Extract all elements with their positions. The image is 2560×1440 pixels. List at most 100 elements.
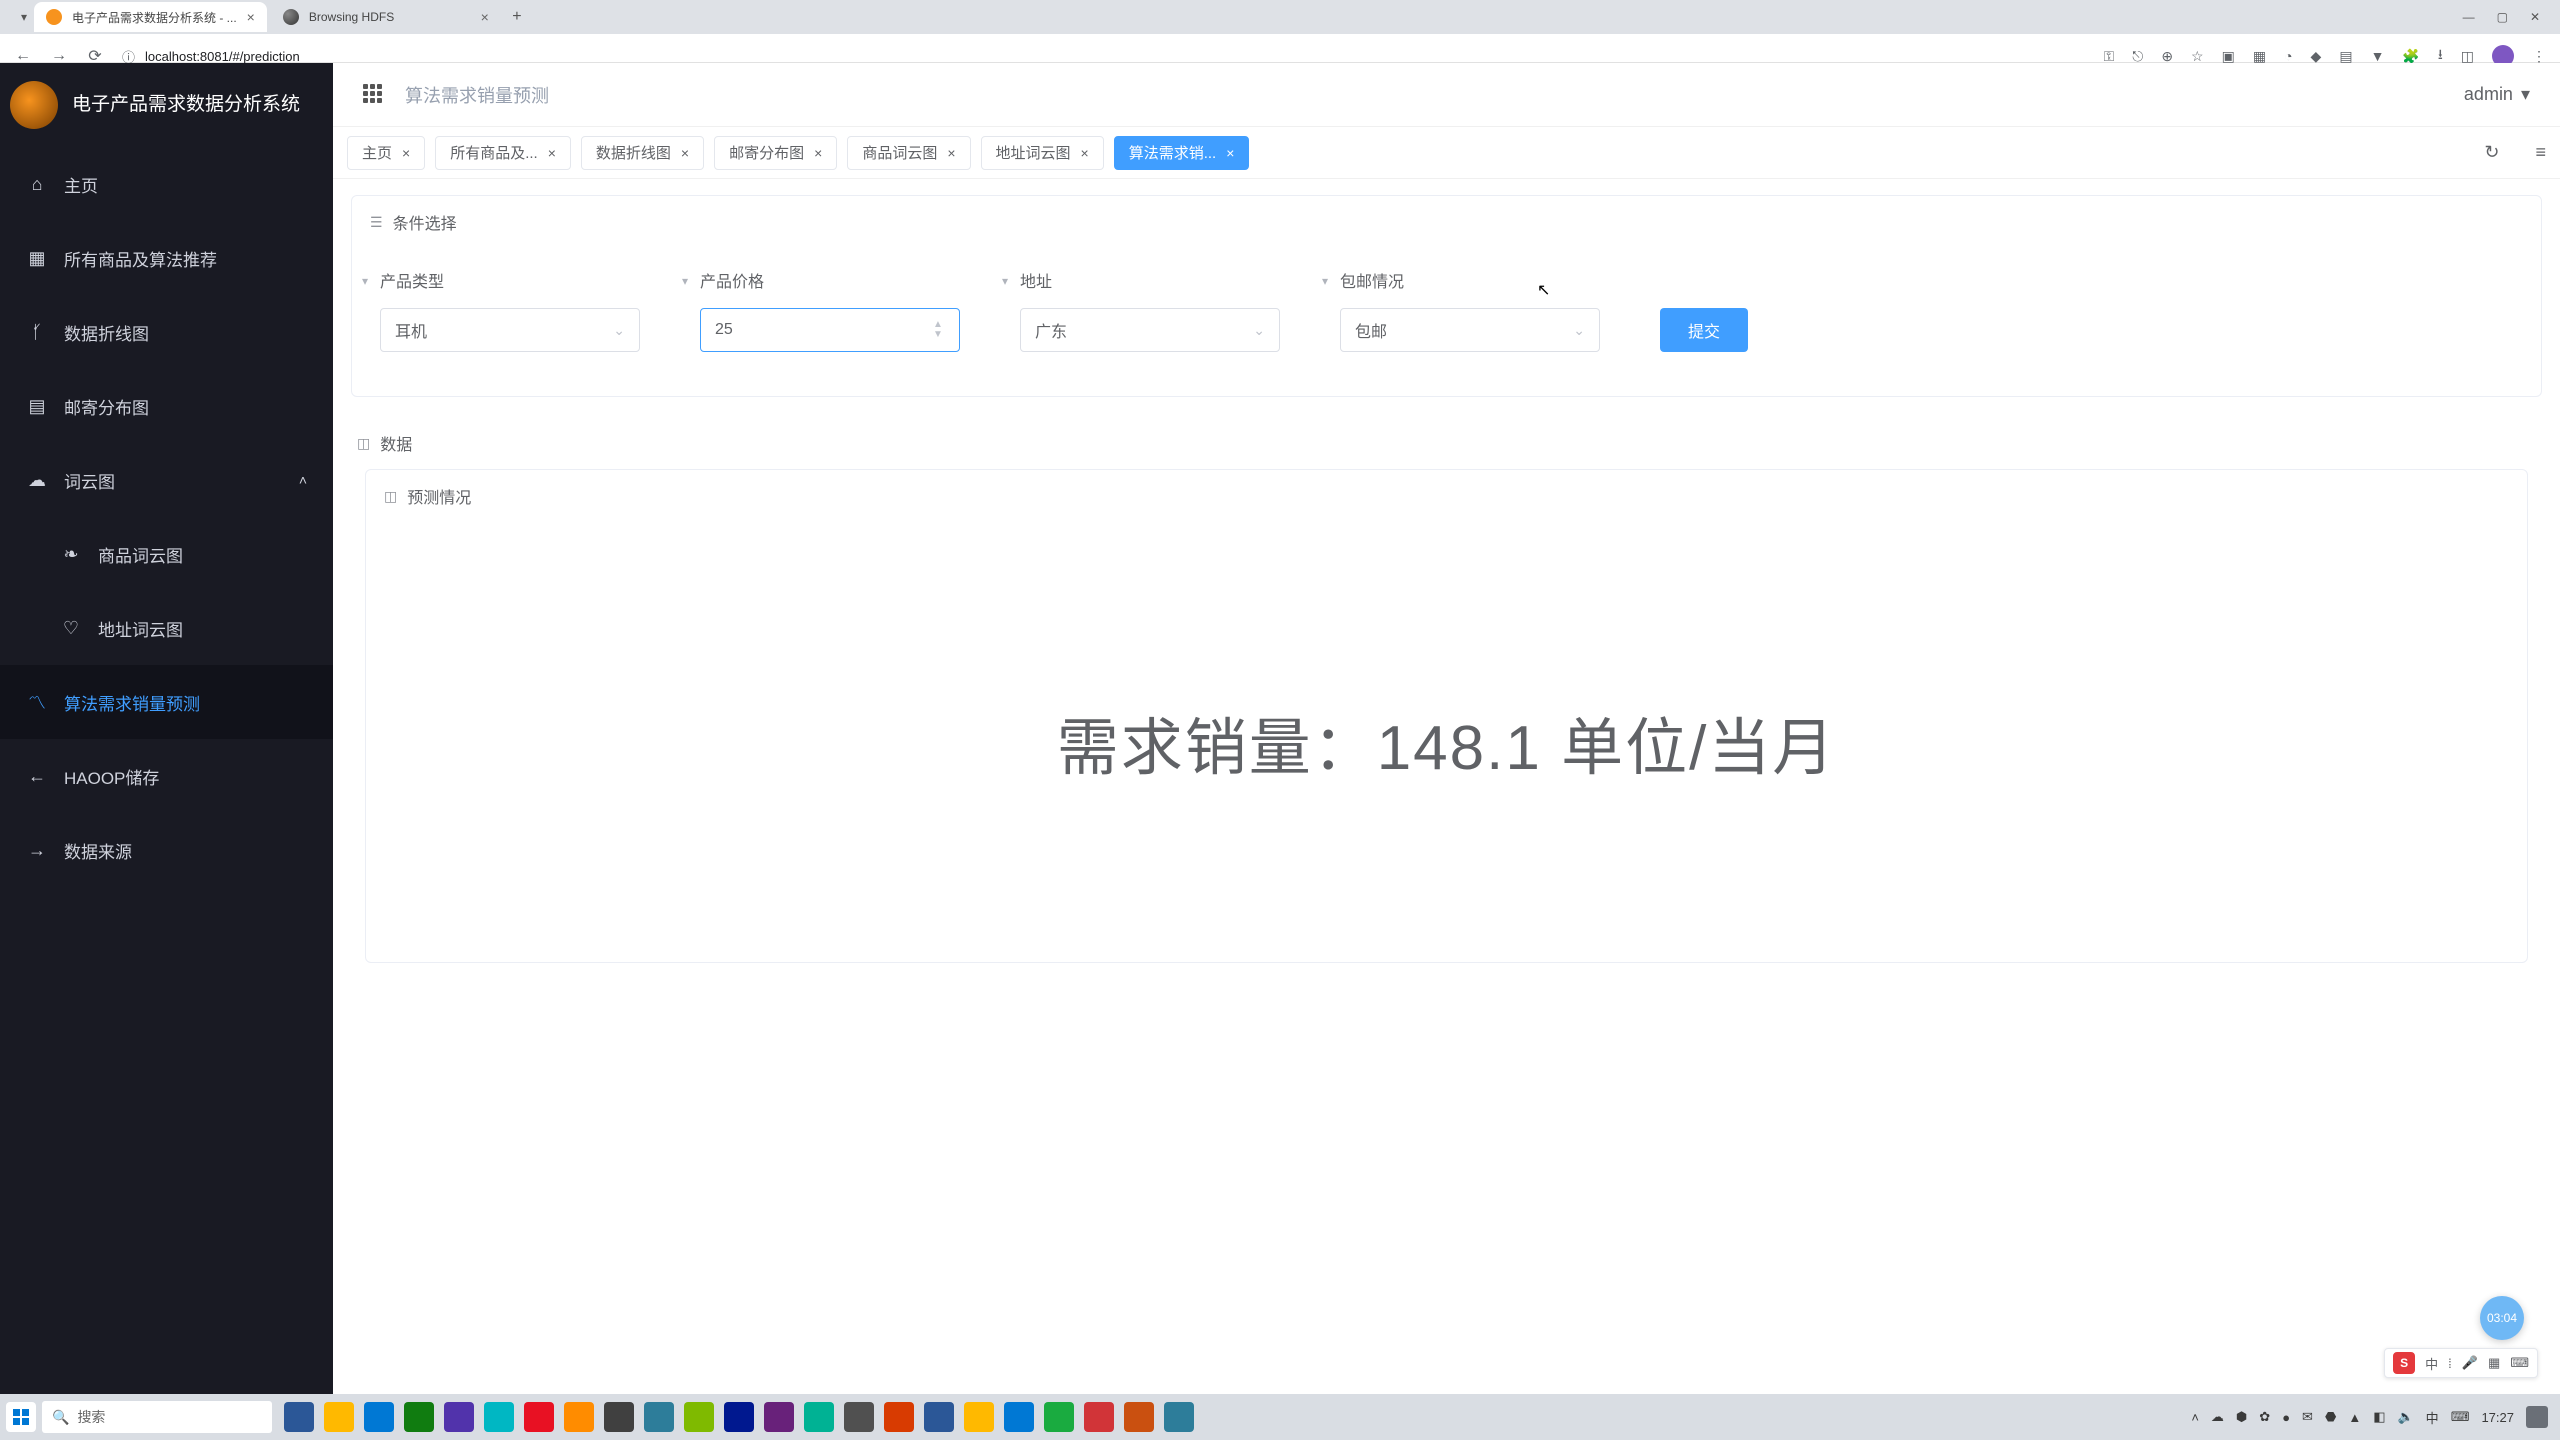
page-tab[interactable]: 邮寄分布图×	[714, 136, 837, 170]
taskbar-app-icon[interactable]	[1004, 1402, 1034, 1432]
ime-toolbar[interactable]: S 中 ⁞ 🎤 ▦ ⌨	[2384, 1348, 2538, 1378]
taskbar-app-icon[interactable]	[404, 1402, 434, 1432]
tray-icon[interactable]: 🔈	[2397, 1409, 2413, 1425]
taskbar-app-icon[interactable]	[524, 1402, 554, 1432]
star-icon[interactable]: ☆	[2191, 48, 2204, 65]
apps-icon[interactable]	[363, 84, 385, 106]
float-badge[interactable]: 03:04	[2480, 1296, 2524, 1340]
tray-icon[interactable]: ✿	[2259, 1409, 2270, 1425]
sidebar-item[interactable]: ♡地址词云图	[0, 591, 333, 665]
tray-icon[interactable]: ⬣	[2325, 1409, 2336, 1425]
sidebar-item[interactable]: 〽算法需求销量预测	[0, 665, 333, 739]
sidepanel-icon[interactable]: ◫	[2461, 48, 2474, 65]
page-tab[interactable]: 地址词云图×	[981, 136, 1104, 170]
tray-icon[interactable]: ✉	[2302, 1409, 2313, 1425]
price-input[interactable]: ▲ ▼	[700, 308, 960, 352]
extensions-icon[interactable]: 🧩	[2402, 48, 2419, 65]
taskbar-app-icon[interactable]	[964, 1402, 994, 1432]
browser-tab-active[interactable]: 电子产品需求数据分析系统 - ... ×	[34, 2, 267, 32]
menu-icon[interactable]: ⋮	[2532, 48, 2546, 65]
taskbar-app-icon[interactable]	[684, 1402, 714, 1432]
sidebar-item[interactable]: ▦所有商品及算法推荐	[0, 221, 333, 295]
sidebar-item[interactable]: ⌂主页	[0, 147, 333, 221]
close-icon[interactable]: ×	[548, 145, 556, 161]
taskbar-app-icon[interactable]	[1164, 1402, 1194, 1432]
taskbar-app-icon[interactable]	[804, 1402, 834, 1432]
taskbar-app-icon[interactable]	[364, 1402, 394, 1432]
taskbar-clock[interactable]: 17:27	[2481, 1410, 2514, 1425]
taskbar-app-icon[interactable]	[1044, 1402, 1074, 1432]
taskbar-app-icon[interactable]	[724, 1402, 754, 1432]
close-icon[interactable]: ×	[247, 9, 255, 25]
sidebar-item[interactable]: ❧商品词云图	[0, 517, 333, 591]
taskbar-app-icon[interactable]	[484, 1402, 514, 1432]
sidebar-item[interactable]: →数据来源	[0, 813, 333, 887]
taskbar-app-icon[interactable]	[324, 1402, 354, 1432]
ext-icon[interactable]: ▼	[2371, 48, 2385, 64]
tabs-menu-icon[interactable]: ≡	[2535, 142, 2546, 163]
browser-tab[interactable]: Browsing HDFS ×	[271, 2, 501, 32]
sidebar-item[interactable]: ☁词云图˄	[0, 443, 333, 517]
close-icon[interactable]: ×	[814, 145, 822, 161]
notifications-icon[interactable]	[2526, 1406, 2548, 1428]
close-icon[interactable]: ×	[1081, 145, 1089, 161]
spin-down-icon[interactable]: ▼	[933, 330, 951, 340]
close-window-icon[interactable]: ✕	[2530, 10, 2540, 24]
translate-icon[interactable]: ⎋	[2132, 48, 2143, 65]
close-icon[interactable]: ×	[481, 9, 489, 25]
taskbar-app-icon[interactable]	[844, 1402, 874, 1432]
refresh-icon[interactable]: ↻	[2484, 142, 2499, 163]
zoom-icon[interactable]: ⊕	[2161, 48, 2173, 65]
tray-icon[interactable]: ☁	[2211, 1409, 2224, 1425]
product-type-select[interactable]: 耳机 ⌄	[380, 308, 640, 352]
key-icon[interactable]: ⚿	[2104, 48, 2115, 65]
price-input-field[interactable]	[715, 321, 945, 339]
page-tab[interactable]: 主页×	[347, 136, 425, 170]
sidebar-item[interactable]: ▤邮寄分布图	[0, 369, 333, 443]
taskbar-app-icon[interactable]	[604, 1402, 634, 1432]
close-icon[interactable]: ×	[402, 145, 410, 161]
ext-icon[interactable]: ◆	[2311, 48, 2322, 65]
start-button[interactable]	[6, 1402, 36, 1432]
ime-item[interactable]: ▦	[2488, 1355, 2500, 1371]
tabs-dropdown-icon[interactable]: ▾	[14, 10, 34, 24]
page-tab[interactable]: 所有商品及...×	[435, 136, 571, 170]
close-icon[interactable]: ×	[947, 145, 955, 161]
ime-item[interactable]: 中	[2425, 1354, 2438, 1373]
ime-item[interactable]: ⌨	[2510, 1355, 2529, 1371]
tray-icon[interactable]: ⌨	[2451, 1409, 2470, 1425]
tray-icon[interactable]: ●	[2282, 1410, 2290, 1425]
close-icon[interactable]: ×	[1226, 145, 1234, 161]
ext-icon[interactable]: ◔	[2284, 48, 2292, 64]
taskbar-app-icon[interactable]	[1084, 1402, 1114, 1432]
taskbar-app-icon[interactable]	[444, 1402, 474, 1432]
address-select[interactable]: 广东 ⌄	[1020, 308, 1280, 352]
maximize-icon[interactable]: ▢	[2497, 10, 2508, 24]
ime-item[interactable]: ⁞	[2448, 1356, 2452, 1371]
user-menu[interactable]: admin ▾	[2464, 84, 2530, 105]
page-tab[interactable]: 数据折线图×	[581, 136, 704, 170]
page-tab[interactable]: 商品词云图×	[847, 136, 970, 170]
tray-icon[interactable]: ⬢	[2236, 1409, 2247, 1425]
submit-button[interactable]: 提交	[1660, 308, 1748, 352]
taskbar-app-icon[interactable]	[924, 1402, 954, 1432]
ext-icon[interactable]: ▤	[2339, 48, 2352, 65]
tray-ime-icon[interactable]: 中	[2426, 1408, 2439, 1427]
taskbar-app-icon[interactable]	[644, 1402, 674, 1432]
taskbar-app-icon[interactable]	[1124, 1402, 1154, 1432]
close-icon[interactable]: ×	[681, 145, 689, 161]
taskbar-app-icon[interactable]	[764, 1402, 794, 1432]
page-tab[interactable]: 算法需求销...×	[1114, 136, 1250, 170]
minimize-icon[interactable]: —	[2463, 10, 2475, 24]
new-tab-button[interactable]: +	[505, 5, 529, 29]
sidebar-item[interactable]: ←HAOOP储存	[0, 739, 333, 813]
sidebar-item[interactable]: ᚶ数据折线图	[0, 295, 333, 369]
ext-icon[interactable]: ▦	[2253, 48, 2266, 65]
tray-expand-icon[interactable]: ˄	[2191, 1410, 2199, 1425]
tray-icon[interactable]: ◧	[2373, 1409, 2385, 1425]
taskbar-app-icon[interactable]	[284, 1402, 314, 1432]
taskbar-app-icon[interactable]	[564, 1402, 594, 1432]
shipping-select[interactable]: 包邮 ⌄	[1340, 308, 1600, 352]
tray-icon[interactable]: ▲	[2348, 1410, 2361, 1425]
taskbar-app-icon[interactable]	[884, 1402, 914, 1432]
